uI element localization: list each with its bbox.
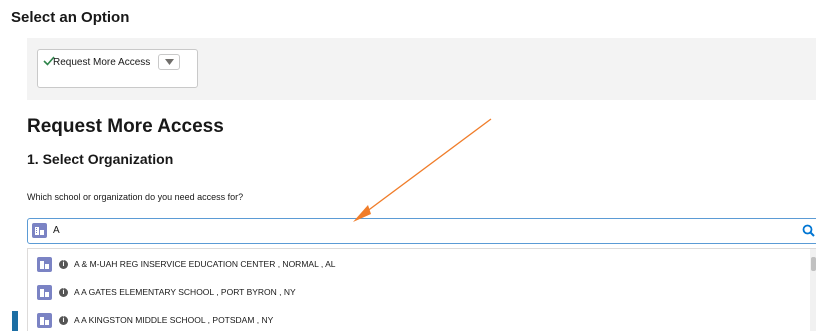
info-icon[interactable]: i	[59, 260, 68, 269]
search-input-value[interactable]: A	[53, 225, 60, 236]
organization-icon	[37, 257, 52, 272]
list-item-label: A A GATES ELEMENTARY SCHOOL , PORT BYRON…	[74, 287, 296, 297]
info-icon[interactable]: i	[59, 288, 68, 297]
search-icon[interactable]	[802, 224, 815, 237]
selected-option-label: Request More Access	[53, 57, 151, 68]
organization-icon	[37, 313, 52, 328]
organization-question: Which school or organization do you need…	[27, 192, 244, 202]
step-heading: 1. Select Organization	[27, 151, 174, 167]
list-item-label: A & M-UAH REG INSERVICE EDUCATION CENTER…	[74, 259, 336, 269]
list-item[interactable]: i A A KINGSTON MIDDLE SCHOOL , POTSDAM ,…	[28, 308, 806, 331]
results-dropdown: i A & M-UAH REG INSERVICE EDUCATION CENT…	[27, 248, 816, 331]
search-input[interactable]: A	[27, 218, 816, 244]
chevron-down-icon	[165, 59, 174, 65]
list-item[interactable]: i A A GATES ELEMENTARY SCHOOL , PORT BYR…	[28, 280, 806, 305]
organization-icon	[32, 223, 47, 238]
option-panel: Request More Access	[27, 38, 816, 100]
dropdown-toggle-button[interactable]	[158, 54, 180, 70]
list-item[interactable]: i A & M-UAH REG INSERVICE EDUCATION CENT…	[28, 252, 806, 277]
results-scrollbar[interactable]	[810, 249, 816, 331]
option-select[interactable]: Request More Access	[37, 49, 198, 88]
info-icon[interactable]: i	[59, 316, 68, 325]
scrollbar-thumb[interactable]	[811, 257, 816, 271]
list-item-label: A A KINGSTON MIDDLE SCHOOL , POTSDAM , N…	[74, 315, 274, 325]
organization-icon	[37, 285, 52, 300]
page-accent-bar	[12, 311, 18, 331]
page-heading: Request More Access	[27, 116, 224, 137]
select-option-title: Select an Option	[11, 9, 130, 26]
